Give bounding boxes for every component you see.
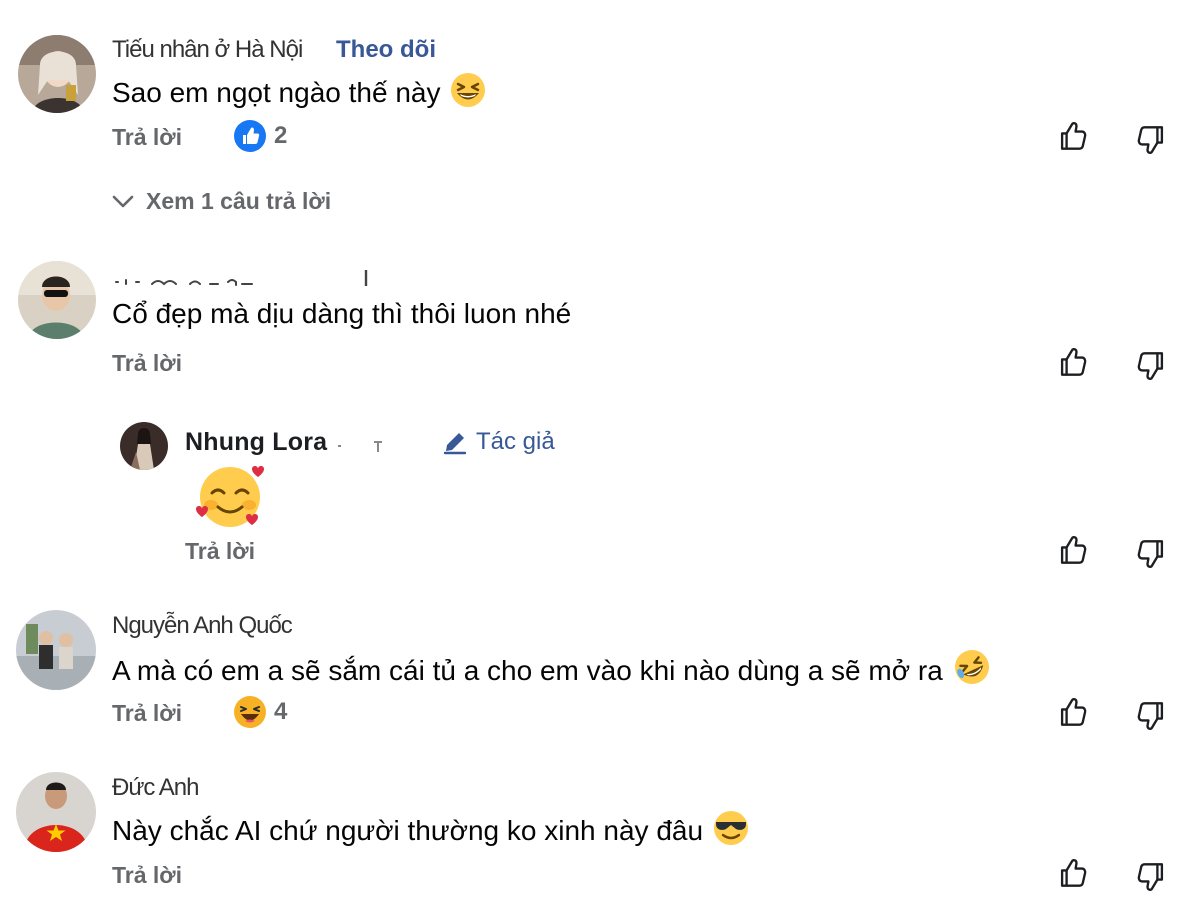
commenter-name[interactable]: Nguyễn Anh Quốc (112, 612, 293, 640)
like-button[interactable] (1054, 533, 1090, 569)
view-replies-link[interactable]: Xem 1 câu trả lời (112, 188, 331, 215)
like-reaction-icon (234, 120, 266, 152)
comment-text: Này chắc AI chứ người thường ko xinh này… (112, 810, 749, 847)
commenter-name[interactable]: Nhung Lora (185, 428, 327, 457)
comment-text: Cổ đẹp mà dịu dàng thì thôi luon nhé (112, 298, 572, 329)
like-button[interactable] (1054, 856, 1090, 892)
dislike-button[interactable] (1134, 858, 1170, 894)
dislike-button[interactable] (1134, 121, 1170, 157)
view-replies-label: Xem 1 câu trả lời (146, 188, 332, 214)
comment-text: A mà có em a sẽ sắm cái tủ a cho em vào … (112, 648, 991, 687)
follow-link[interactable]: Theo dõi (336, 36, 436, 64)
comment-3: Nguyễn Anh Quốc A mà có em a sẽ sắm cái … (0, 590, 1187, 750)
dislike-button[interactable] (1134, 347, 1170, 383)
dislike-button[interactable] (1134, 535, 1170, 571)
reply-button[interactable]: Trả lời (112, 862, 182, 889)
grinning-squinting-face-icon (451, 73, 486, 107)
reply-button[interactable]: Trả lời (112, 700, 182, 727)
like-button[interactable] (1054, 695, 1090, 731)
comment-text-content: Này chắc AI chứ người thường ko xinh này… (112, 815, 704, 846)
comment-4: Đức Anh Này chắc AI chứ người thường ko … (0, 750, 1187, 912)
rolling-on-floor-laughing-icon (954, 650, 989, 684)
name-obscured-mark (115, 270, 368, 286)
smiling-face-with-hearts-icon (196, 466, 264, 527)
comment-2: Cổ đẹp mà dịu dàng thì thôi luon nhé Trả… (0, 240, 1187, 400)
reply-comment: Nhung Lora Tác giả Trả lời (0, 400, 1187, 590)
like-button[interactable] (1054, 345, 1090, 381)
comment-1: Tiếu nhân ở Hà Nội Theo dõi Sao em ngọt … (0, 0, 1187, 240)
chevron-down-icon (112, 195, 134, 207)
avatar[interactable] (120, 422, 168, 470)
comment-text-content: A mà có em a sẽ sắm cái tủ a cho em vào … (112, 655, 943, 686)
avatar[interactable] (16, 610, 96, 690)
pencil-icon (443, 433, 467, 455)
haha-reaction-icon (234, 696, 266, 728)
name-obscured-mark (338, 441, 382, 452)
commenter-name[interactable]: Tiếu nhân ở Hà Nội (112, 36, 303, 64)
comment-text-content: Sao em ngọt ngào thế này (112, 77, 441, 108)
dislike-button[interactable] (1134, 697, 1170, 733)
reply-button[interactable]: Trả lời (112, 124, 182, 151)
reaction-count: 4 (274, 698, 288, 725)
reply-button[interactable]: Trả lời (112, 350, 182, 377)
comment-text: Sao em ngọt ngào thế này (112, 72, 486, 109)
reaction-summary[interactable]: 4 (234, 696, 287, 728)
avatar[interactable] (18, 35, 96, 113)
avatar[interactable] (18, 261, 96, 339)
reaction-count: 2 (274, 122, 288, 149)
reaction-summary[interactable]: 2 (234, 120, 287, 152)
author-label: Tác giả (476, 428, 555, 455)
smiling-face-with-sunglasses-icon (714, 811, 749, 845)
commenter-name[interactable]: Đức Anh (112, 774, 199, 802)
like-button[interactable] (1054, 119, 1090, 155)
author-badge: Tác giả (442, 428, 555, 456)
reply-button[interactable]: Trả lời (185, 538, 255, 565)
avatar[interactable] (16, 772, 96, 852)
